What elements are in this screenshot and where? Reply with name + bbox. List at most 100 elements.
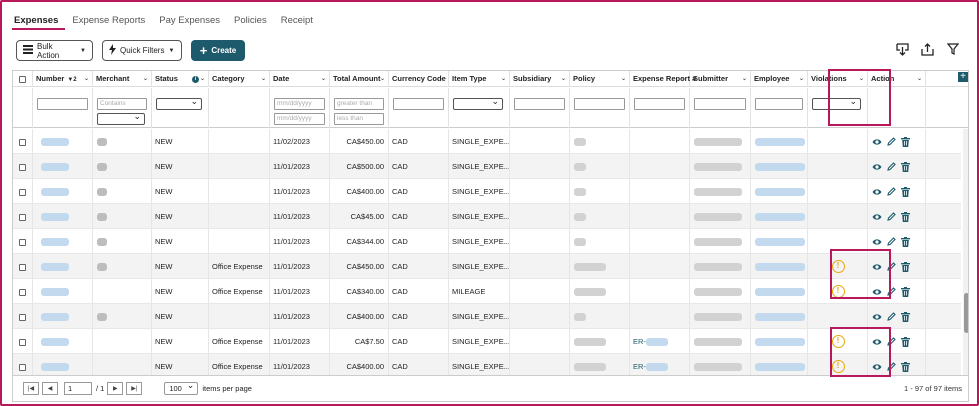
currency-code-filter-input[interactable] bbox=[393, 98, 444, 110]
item-type-filter-select[interactable] bbox=[453, 96, 503, 110]
select-all-checkbox[interactable] bbox=[19, 75, 26, 83]
vertical-scrollbar[interactable] bbox=[963, 129, 968, 375]
expense-report-cell[interactable] bbox=[630, 304, 690, 329]
employee-cell[interactable] bbox=[751, 279, 808, 304]
column-header-expense-report[interactable]: Expense Report # ⌄ bbox=[630, 71, 696, 87]
warning-icon[interactable]: ! bbox=[831, 360, 845, 373]
date-filter-input[interactable]: mm/dd/yyyy bbox=[274, 98, 325, 110]
date-filter-input-1[interactable]: mm/dd/yyyy bbox=[274, 113, 325, 125]
delete-icon[interactable] bbox=[901, 186, 910, 197]
column-menu-icon[interactable]: ⌄ bbox=[321, 71, 326, 87]
edit-icon[interactable] bbox=[887, 262, 896, 271]
row-select-cell[interactable] bbox=[13, 229, 33, 254]
tab-expense-reports[interactable]: Expense Reports bbox=[65, 14, 152, 30]
total-amount-filter-input-1[interactable]: less than bbox=[334, 113, 384, 125]
delete-icon[interactable] bbox=[901, 311, 910, 322]
column-menu-icon[interactable]: ⌄ bbox=[621, 71, 626, 87]
quick-filters-button[interactable]: Quick Filters ▼ bbox=[102, 40, 182, 61]
tab-receipt[interactable]: Receipt bbox=[274, 14, 320, 30]
number-cell[interactable] bbox=[33, 254, 93, 279]
tab-policies[interactable]: Policies bbox=[227, 14, 274, 30]
expense-report-cell[interactable] bbox=[630, 279, 690, 304]
edit-icon[interactable] bbox=[887, 287, 896, 296]
column-menu-icon[interactable]: ⌄ bbox=[501, 71, 506, 87]
delete-icon[interactable] bbox=[901, 336, 910, 347]
column-header-policy[interactable]: Policy ⌄ bbox=[570, 71, 630, 87]
warning-icon[interactable]: ! bbox=[831, 335, 845, 348]
expense-report-cell[interactable] bbox=[630, 179, 690, 204]
delete-icon[interactable] bbox=[901, 211, 910, 222]
column-header-subsidiary[interactable]: Subsidiary ⌄ bbox=[510, 71, 570, 87]
filter-icon[interactable] bbox=[946, 42, 960, 56]
number-cell[interactable] bbox=[33, 204, 93, 229]
policy-filter-input[interactable] bbox=[574, 98, 625, 110]
row-select-cell[interactable] bbox=[13, 354, 33, 375]
row-checkbox[interactable] bbox=[19, 188, 26, 196]
employee-cell[interactable] bbox=[751, 179, 808, 204]
bulk-action-button[interactable]: Bulk Action ▼ bbox=[16, 40, 93, 61]
tab-pay-expenses[interactable]: Pay Expenses bbox=[152, 14, 227, 30]
view-icon[interactable] bbox=[872, 363, 882, 371]
column-menu-icon[interactable]: ⌄ bbox=[917, 71, 922, 87]
edit-icon[interactable] bbox=[887, 187, 896, 196]
edit-icon[interactable] bbox=[887, 362, 896, 371]
table-row[interactable]: NEW Office Expense 11/01/2023 CA$7.50 CAD SIN… bbox=[13, 329, 961, 354]
prev-page-button[interactable]: ◀ bbox=[42, 382, 58, 395]
employee-cell[interactable] bbox=[751, 304, 808, 329]
delete-icon[interactable] bbox=[901, 136, 910, 147]
create-button[interactable]: + Create bbox=[191, 40, 245, 61]
expense-report-cell[interactable] bbox=[630, 254, 690, 279]
row-checkbox[interactable] bbox=[19, 288, 26, 296]
add-column-button[interactable]: + bbox=[958, 72, 968, 82]
view-icon[interactable] bbox=[872, 188, 882, 196]
employee-filter-input[interactable] bbox=[755, 98, 803, 110]
edit-icon[interactable] bbox=[887, 162, 896, 171]
column-menu-icon[interactable]: ⌄ bbox=[681, 71, 686, 87]
column-header-number[interactable]: Number ▼2 ⌄ bbox=[33, 71, 93, 87]
first-page-button[interactable]: |◀ bbox=[23, 382, 39, 395]
expense-report-cell[interactable]: ER- bbox=[630, 354, 690, 375]
scrollbar-thumb[interactable] bbox=[964, 293, 968, 333]
table-row[interactable]: NEW 11/01/2023 CA$500.00 CAD SINGLE_EXPE... bbox=[13, 154, 961, 179]
delete-icon[interactable] bbox=[901, 161, 910, 172]
row-checkbox[interactable] bbox=[19, 163, 26, 171]
table-row[interactable]: NEW 11/01/2023 CA$400.00 CAD SINGLE_EXPE... bbox=[13, 179, 961, 204]
expense-report-cell[interactable]: ER- bbox=[630, 329, 690, 354]
subsidiary-filter-input[interactable] bbox=[514, 98, 565, 110]
expense-report-filter-input[interactable] bbox=[634, 98, 685, 110]
column-header-category[interactable]: Category ⌄ bbox=[209, 71, 270, 87]
number-cell[interactable] bbox=[33, 329, 93, 354]
row-checkbox[interactable] bbox=[19, 138, 26, 146]
column-header-merchant[interactable]: Merchant ⌄ bbox=[93, 71, 152, 87]
column-menu-icon[interactable]: ⌄ bbox=[261, 71, 266, 87]
column-header-status[interactable]: Status i ⌄ bbox=[152, 71, 209, 87]
row-checkbox[interactable] bbox=[19, 238, 26, 246]
column-menu-icon[interactable]: ⌄ bbox=[143, 71, 148, 87]
view-icon[interactable] bbox=[872, 213, 882, 221]
row-checkbox[interactable] bbox=[19, 338, 26, 346]
upload-icon[interactable] bbox=[920, 42, 934, 56]
row-select-cell[interactable] bbox=[13, 329, 33, 354]
edit-icon[interactable] bbox=[887, 137, 896, 146]
number-cell[interactable] bbox=[33, 229, 93, 254]
column-menu-icon[interactable]: ⌄ bbox=[859, 71, 864, 87]
view-icon[interactable] bbox=[872, 313, 882, 321]
row-select-cell[interactable] bbox=[13, 129, 33, 154]
expense-report-cell[interactable] bbox=[630, 154, 690, 179]
number-filter-input[interactable] bbox=[37, 98, 88, 110]
column-header-total-amount[interactable]: Total Amount ⌄ bbox=[330, 71, 389, 87]
table-row[interactable]: NEW Office Expense 11/01/2023 CA$340.00 CAD M… bbox=[13, 279, 961, 304]
row-checkbox[interactable] bbox=[19, 263, 26, 271]
column-header-violations[interactable]: Violations ⌄ bbox=[808, 71, 868, 87]
column-menu-icon[interactable]: ⌄ bbox=[561, 71, 566, 87]
table-row[interactable]: NEW 11/01/2023 CA$344.00 CAD SINGLE_EXPE... bbox=[13, 229, 961, 254]
view-icon[interactable] bbox=[872, 138, 882, 146]
row-select-cell[interactable] bbox=[13, 179, 33, 204]
page-size-select[interactable]: 100 bbox=[164, 380, 199, 395]
employee-cell[interactable] bbox=[751, 254, 808, 279]
column-menu-icon[interactable]: ⌄ bbox=[84, 71, 89, 87]
total-amount-filter-input[interactable]: greater than bbox=[334, 98, 384, 110]
view-icon[interactable] bbox=[872, 338, 882, 346]
expense-report-cell[interactable] bbox=[630, 129, 690, 154]
column-menu-icon[interactable]: ⌄ bbox=[799, 71, 804, 87]
